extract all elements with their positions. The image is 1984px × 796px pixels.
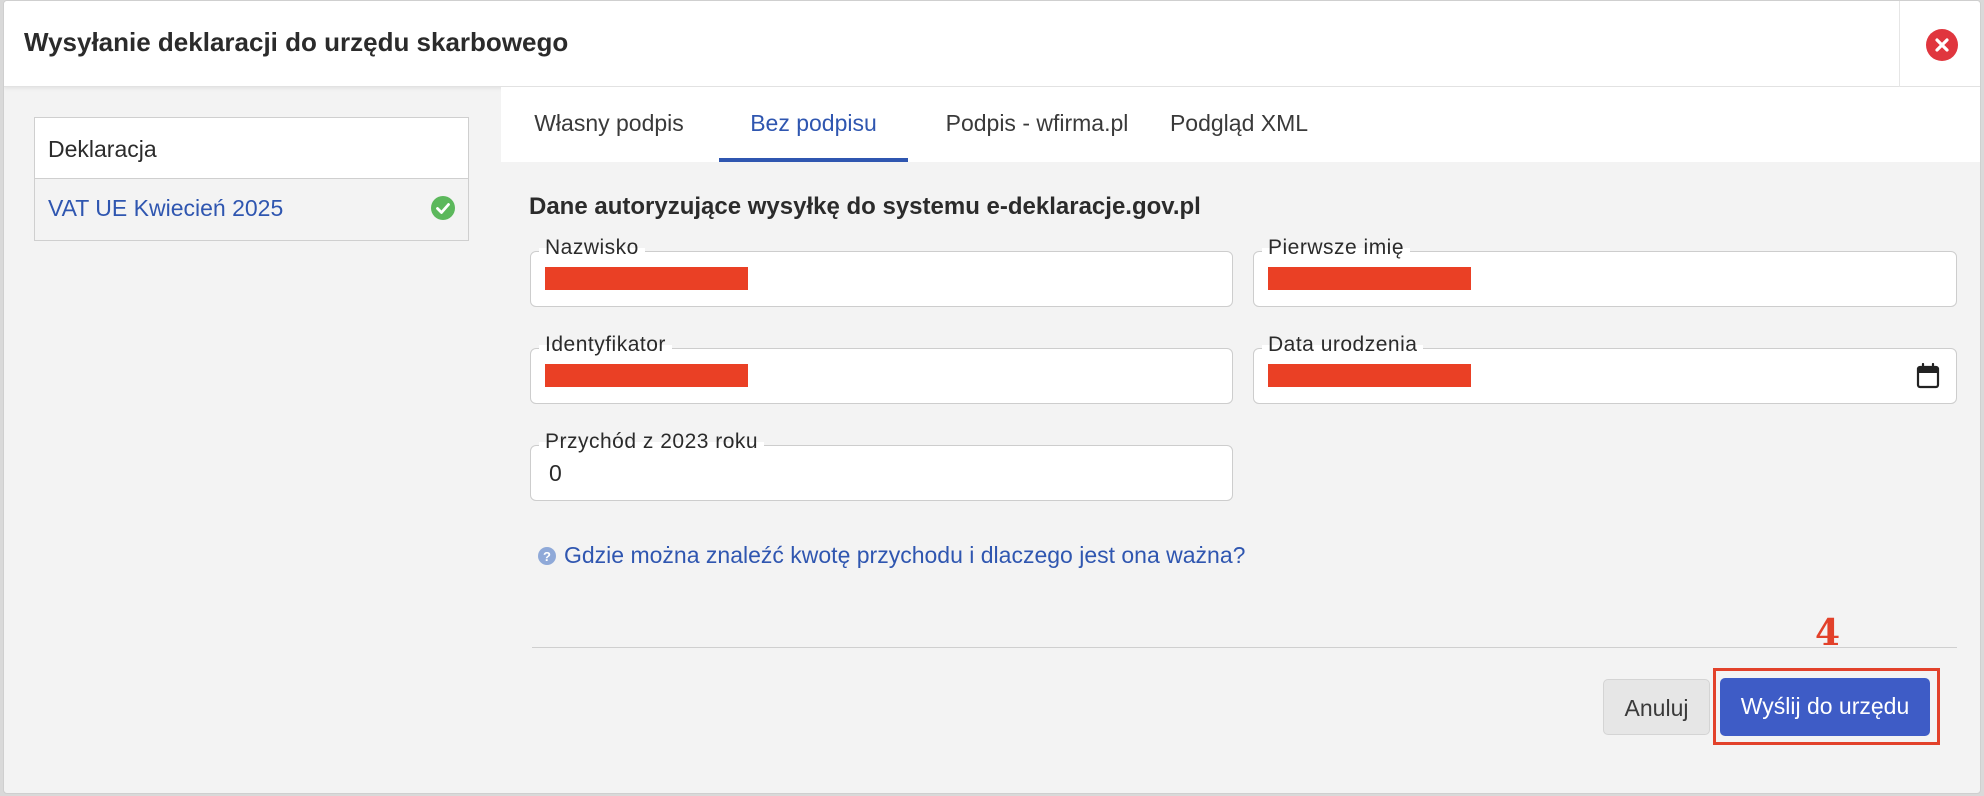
redacted-value [545,364,748,387]
surname-label: Nazwisko [539,236,645,260]
help-link-text: Gdzie można znaleźć kwotę przychodu i dl… [564,542,1246,568]
income-field[interactable]: Przychód z 2023 roku 0 [530,430,1233,501]
redacted-value [1268,364,1471,387]
identifier-label: Identyfikator [539,333,672,357]
cancel-button[interactable]: Anuluj [1603,679,1710,735]
check-circle-icon [431,196,455,220]
declaration-item[interactable]: VAT UE Kwiecień 2025 [35,179,468,240]
svg-text:?: ? [543,549,551,564]
identifier-field[interactable]: Identyfikator [530,333,1233,404]
send-declaration-dialog: Wysyłanie deklaracji do urzędu skarboweg… [3,0,1981,794]
income-label: Przychód z 2023 roku [539,430,765,454]
calendar-icon[interactable] [1916,363,1940,389]
first-name-field[interactable]: Pierwsze imię [1253,236,1957,307]
declaration-item-label: VAT UE Kwiecień 2025 [48,195,284,221]
dialog-title: Wysyłanie deklaracji do urzędu skarboweg… [24,27,569,57]
redacted-value [1268,267,1471,290]
birth-date-field[interactable]: Data urodzenia [1253,333,1957,404]
tab-xml-preview[interactable]: Podgląd XML [1166,87,1312,162]
header-divider [1899,1,1900,87]
surname-field[interactable]: Nazwisko [530,236,1233,307]
step-annotation: 4 [1815,612,1841,654]
tab-wfirma-signature[interactable]: Podpis - wfirma.pl [940,87,1134,162]
declaration-panel: Deklaracja VAT UE Kwiecień 2025 [34,117,469,241]
dialog-header: Wysyłanie deklaracji do urzędu skarboweg… [4,1,1980,87]
send-to-office-button[interactable]: Wyślij do urzędu [1720,678,1930,736]
footer-divider [532,647,1957,648]
close-button[interactable] [1926,29,1958,61]
signature-tabs: Własny podpis Bez podpisu Podpis - wfirm… [501,87,1980,162]
tab-own-signature[interactable]: Własny podpis [527,87,691,162]
question-circle-icon: ? [538,547,556,565]
birth-date-label: Data urodzenia [1262,333,1424,357]
first-name-label: Pierwsze imię [1262,236,1411,260]
income-value: 0 [549,460,562,486]
close-circle-icon [1935,38,1949,52]
section-title: Dane autoryzujące wysyłkę do systemu e-d… [529,193,1201,220]
redacted-value [545,267,748,290]
tab-no-signature[interactable]: Bez podpisu [719,87,908,162]
declaration-panel-header: Deklaracja [35,118,468,179]
